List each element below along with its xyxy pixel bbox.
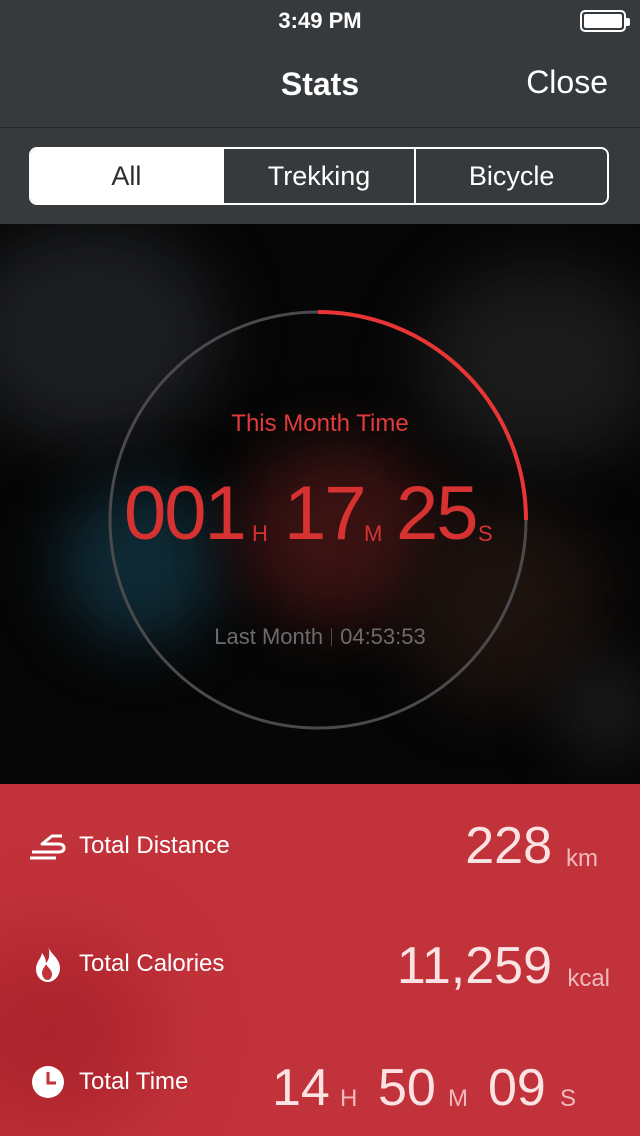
this-month-label: This Month Time [231, 410, 409, 437]
total-time-seconds-unit: S [560, 1085, 577, 1112]
segment-trekking[interactable]: Trekking [224, 149, 417, 203]
total-time-hours-unit: H [340, 1085, 358, 1112]
last-month-label: Last Month [214, 624, 324, 649]
total-time-seconds: 09 [488, 1059, 546, 1117]
status-bar: 3:49 PM [0, 0, 640, 40]
total-time-row: Total Time 14 H 50 M 09 S [0, 1020, 640, 1136]
last-month-summary: Last Month 04:53:53 [0, 624, 640, 650]
close-button[interactable]: Close [526, 64, 608, 101]
this-month-hours: 001 [124, 471, 247, 556]
seconds-unit: S [478, 521, 493, 546]
stats-panel: Total Distance 228 km Total Calories 11,… [0, 784, 640, 1136]
last-month-value: 04:53:53 [340, 624, 426, 649]
total-time-minutes: 50 [378, 1059, 436, 1117]
top-bar: 3:49 PM Stats Close All Trekking Bicycle [0, 0, 640, 224]
total-distance-unit: km [566, 845, 598, 872]
flame-icon [36, 946, 60, 982]
segment-all[interactable]: All [31, 149, 224, 203]
hours-unit: H [252, 521, 268, 546]
battery-icon [580, 10, 630, 32]
total-calories-unit: kcal [567, 965, 610, 992]
total-calories-label: Total Calories [79, 950, 225, 977]
clock-icon [32, 1066, 64, 1098]
total-distance-row: Total Distance 228 km [0, 784, 640, 902]
this-month-minutes: 17 [284, 471, 367, 556]
this-month-seconds: 25 [396, 471, 479, 556]
total-calories-row: Total Calories 11,259 kcal [0, 902, 640, 1020]
segment-bicycle[interactable]: Bicycle [416, 149, 607, 203]
divider [331, 628, 333, 646]
nav-bar: Stats Close [0, 40, 640, 128]
total-calories-value: 11,259 [396, 937, 552, 995]
status-time: 3:49 PM [278, 8, 362, 33]
road-icon [30, 834, 66, 860]
activity-segmented-control: All Trekking Bicycle [29, 147, 609, 205]
this-month-panel: This Month Time 001 H 17 M 25 S Last Mon… [0, 224, 640, 784]
this-month-time: 001 H 17 M 25 S [124, 474, 504, 554]
total-time-label: Total Time [79, 1068, 189, 1095]
total-time-hours: 14 [272, 1059, 330, 1117]
total-distance-value: 228 [465, 817, 552, 875]
total-distance-label: Total Distance [79, 832, 230, 859]
total-time-minutes-unit: M [448, 1085, 468, 1112]
minutes-unit: M [364, 521, 383, 546]
